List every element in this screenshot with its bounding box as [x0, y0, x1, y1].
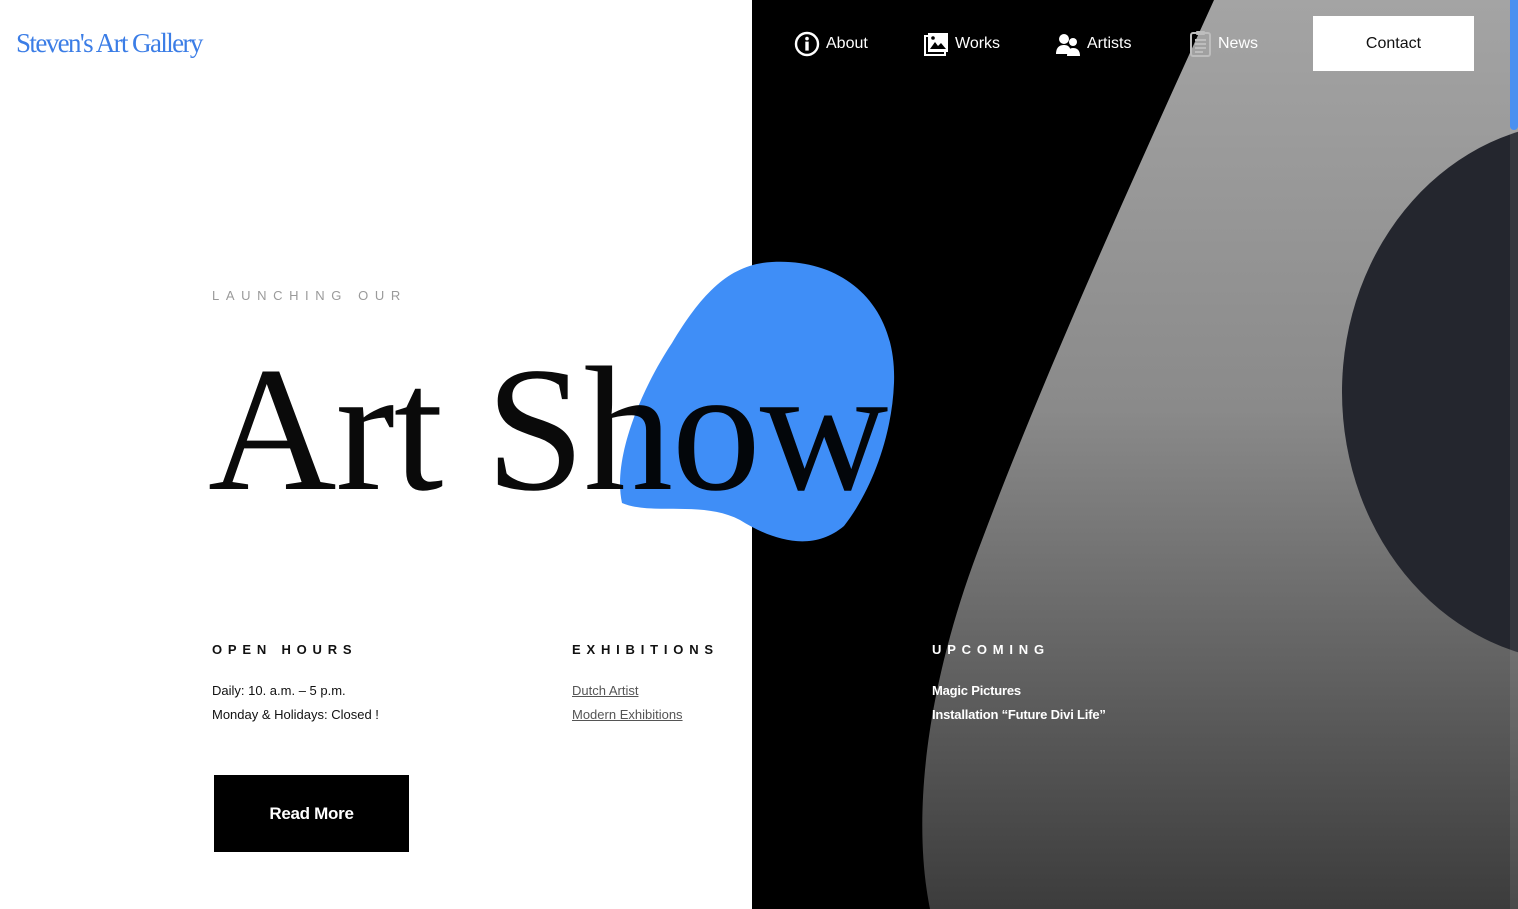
nav-label-artists: Artists	[1087, 35, 1132, 52]
exhibitions-heading: EXHIBITIONS	[572, 642, 719, 657]
nav-label-about: About	[826, 35, 868, 52]
nav-item-about[interactable]: About	[794, 28, 868, 60]
exhibition-link-modern[interactable]: Modern Exhibitions	[572, 707, 683, 722]
open-hours-heading: OPEN HOURS	[212, 642, 358, 657]
scrollbar-track[interactable]	[1510, 0, 1518, 909]
open-hours-line: Daily: 10. a.m. – 5 p.m.	[212, 683, 346, 698]
upcoming-item: Magic Pictures	[932, 683, 1021, 698]
upcoming-item: Installation “Future Divi Life”	[932, 707, 1106, 722]
scrollbar-thumb[interactable]	[1510, 0, 1518, 130]
nav-label-news: News	[1218, 35, 1259, 52]
exhibitions-section: EXHIBITIONS Dutch Artist Modern Exhibiti…	[572, 642, 719, 727]
open-hours-line: Monday & Holidays: Closed !	[212, 707, 379, 722]
nav-label-works: Works	[955, 35, 1001, 52]
document-icon	[1190, 31, 1211, 57]
users-icon	[1056, 33, 1080, 56]
hero-eyebrow: LAUNCHING OUR	[212, 288, 407, 303]
nav-item-works[interactable]: Works	[924, 28, 1000, 60]
contact-button[interactable]: Contact	[1313, 16, 1474, 71]
info-circle-icon	[794, 31, 820, 57]
nav-item-artists[interactable]: Artists	[1055, 28, 1131, 60]
site-logo[interactable]: Steven's Art Gallery	[16, 28, 203, 59]
upcoming-heading: UPCOMING	[932, 642, 1050, 657]
exhibition-link-dutch-artist[interactable]: Dutch Artist	[572, 683, 638, 698]
image-gallery-icon	[924, 32, 948, 56]
upcoming-section: UPCOMING Magic Pictures Installation “Fu…	[932, 642, 1106, 727]
nav-item-news[interactable]: News	[1190, 28, 1258, 60]
read-more-button[interactable]: Read More	[214, 775, 409, 852]
hero-title: Art Show	[208, 330, 888, 528]
open-hours-section: OPEN HOURS Daily: 10. a.m. – 5 p.m. Mond…	[212, 642, 379, 727]
